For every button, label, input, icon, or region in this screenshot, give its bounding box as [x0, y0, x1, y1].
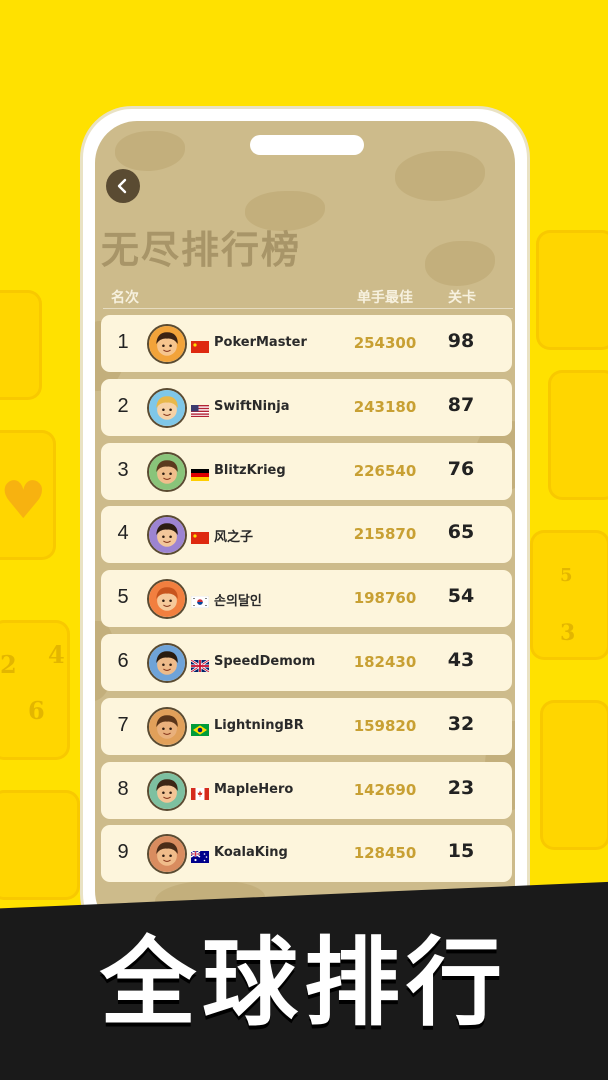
best-score: 243180	[353, 397, 417, 416]
us-flag-icon	[191, 402, 209, 417]
level-number: 98	[447, 330, 475, 352]
banner-title: 全球排行	[100, 927, 508, 1039]
table-row[interactable]: 4 风之子 215870 65	[101, 506, 512, 564]
rank-number: 7	[117, 713, 129, 736]
level-number: 15	[447, 840, 475, 863]
back-button[interactable]	[106, 169, 140, 203]
heart-icon: ♥	[0, 470, 47, 531]
table-row[interactable]: 7 LightningBR 159820 32	[101, 697, 512, 755]
chevron-left-icon	[117, 178, 127, 194]
table-row[interactable]: 5 손의달인 198760 54	[101, 570, 512, 628]
header-best-score: 单手最佳	[357, 290, 413, 306]
best-score: 226540	[353, 461, 417, 480]
table-row[interactable]: 1 PokerMaster 254300 98	[101, 315, 512, 372]
rank-number: 9	[117, 841, 129, 864]
table-row[interactable]: 9 KoalaKing 128450 15	[101, 825, 512, 883]
avatar	[147, 387, 187, 428]
level-number: 43	[447, 649, 475, 671]
ca-flag-icon	[191, 785, 209, 800]
avatar	[147, 324, 187, 364]
phone-notch	[250, 135, 364, 155]
player-name: PokerMaster	[214, 335, 307, 350]
best-score: 128450	[353, 844, 417, 863]
best-score: 159820	[353, 716, 417, 735]
phone-frame: 无尽排行榜 名次 单手最佳 关卡 1 PokerMaster 254300 98 2 Sw…	[80, 106, 530, 946]
player-name: 风之子	[214, 530, 254, 546]
gb-flag-icon	[190, 657, 210, 673]
player-name: KoalaKing	[214, 845, 288, 861]
avatar	[147, 451, 187, 492]
avatar	[147, 834, 187, 875]
rank-number: 3	[117, 458, 129, 481]
level-number: 87	[447, 393, 475, 416]
player-name: BlitzKrieg	[214, 462, 286, 478]
header-rank: 名次	[111, 290, 139, 306]
level-number: 76	[447, 457, 475, 480]
best-score: 142690	[353, 780, 417, 799]
level-number: 54	[447, 585, 475, 608]
rank-number: 4	[117, 522, 129, 545]
cn-flag-icon	[191, 529, 209, 545]
best-score: 182430	[353, 653, 417, 671]
leaderboard-screen: 无尽排行榜 名次 单手最佳 关卡 1 PokerMaster 254300 98 2 Sw…	[95, 121, 515, 933]
table-header: 名次 单手最佳 关卡	[103, 281, 513, 309]
player-name: SpeedDemom	[214, 654, 316, 669]
player-name: LightningBR	[214, 717, 304, 733]
rank-number: 8	[117, 777, 129, 800]
table-row[interactable]: 3 BlitzKrieg 226540 76	[101, 442, 512, 500]
cn-flag-icon	[191, 338, 209, 353]
header-level: 关卡	[448, 290, 476, 306]
best-score: 198760	[353, 589, 417, 608]
player-name: SwiftNinja	[214, 398, 290, 414]
avatar	[147, 515, 187, 556]
best-score: 254300	[353, 334, 417, 352]
table-row[interactable]: 6 SpeedDemom 182430 43	[101, 634, 512, 691]
rank-number: 1	[117, 331, 129, 353]
avatar	[147, 579, 187, 620]
rank-number: 5	[117, 586, 129, 609]
avatar	[147, 706, 187, 747]
avatar	[147, 643, 187, 683]
rank-number: 2	[117, 394, 129, 417]
level-number: 65	[447, 521, 475, 544]
level-number: 23	[447, 776, 475, 799]
table-row[interactable]: 2 SwiftNinja 243180 87	[101, 378, 512, 436]
level-number: 32	[447, 712, 475, 735]
best-score: 215870	[353, 525, 417, 544]
table-row[interactable]: 8 MapleHero 142690 23	[101, 761, 512, 819]
avatar	[147, 770, 187, 811]
br-flag-icon	[191, 721, 209, 736]
au-flag-icon	[190, 848, 209, 864]
rank-number: 6	[117, 650, 129, 672]
player-name: 손의달인	[214, 594, 262, 610]
de-flag-icon	[191, 466, 209, 481]
page-title: 无尽排行榜	[101, 228, 302, 272]
kr-flag-icon	[190, 593, 210, 609]
player-name: MapleHero	[214, 781, 294, 797]
